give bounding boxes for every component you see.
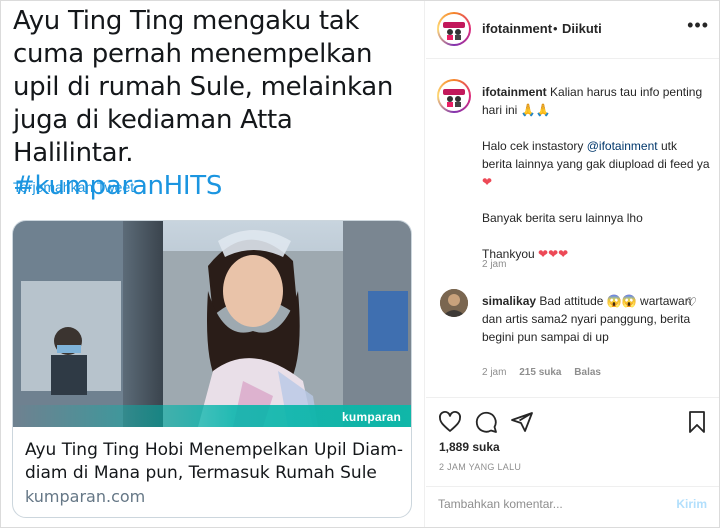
caption-time[interactable]: 2 jam: [482, 259, 506, 270]
tweet-panel: Ayu Ting Ting mengaku tak cuma pernah me…: [1, 1, 425, 527]
commenter-avatar-image: [440, 289, 468, 317]
card-domain: kumparan.com: [25, 487, 146, 506]
caption-line-2-prefix: Halo cek instastory: [482, 139, 584, 153]
card-title[interactable]: Ayu Ting Ting Hobi Menempelkan Upil Diam…: [25, 439, 405, 485]
account-avatar[interactable]: [437, 12, 471, 46]
header-separator: •: [553, 21, 558, 36]
comment-text: simalikay Bad attitude 😱😱 wartawan dan a…: [482, 292, 692, 346]
card-photo: kumparan: [13, 221, 411, 427]
bookmark-icon[interactable]: [685, 410, 709, 434]
tweet-text: Ayu Ting Ting mengaku tak cuma pernah me…: [13, 5, 413, 203]
post-header: ifotainment • Diikuti •••: [426, 1, 719, 59]
ifotainment-logo-icon: [443, 89, 465, 107]
translate-tweet-link[interactable]: Terjemahkan Tweet: [13, 179, 134, 195]
post-actions: 1,889 suka 2 JAM YANG LALU Kirim: [426, 397, 719, 515]
post-time-ago[interactable]: 2 JAM YANG LALU: [439, 462, 521, 472]
reply-button[interactable]: Balas: [574, 367, 601, 378]
comment-text-a: Bad attitude: [539, 294, 604, 308]
card-photo-illustration: [13, 221, 411, 427]
comment-meta: 2 jam 215 suka Balas: [482, 367, 611, 378]
header-username[interactable]: ifotainment: [482, 21, 552, 36]
comment-bubble-icon[interactable]: [474, 410, 498, 434]
heart-outline-icon[interactable]: ♡: [686, 295, 697, 309]
caption-line-3: Banyak berita seru lainnya lho: [482, 211, 643, 225]
comment-username[interactable]: simalikay: [482, 294, 536, 308]
instagram-post-panel: ifotainment • Diikuti ••• ifotainment Ka…: [426, 1, 719, 527]
heart-emoji: ❤: [482, 175, 493, 189]
tweet-body: Ayu Ting Ting mengaku tak cuma pernah me…: [13, 6, 394, 168]
caption-line-1: ifotainment Kalian harus tau info pentin…: [482, 83, 710, 119]
likes-count[interactable]: 1,889 suka: [439, 440, 500, 454]
caption-text: ifotainment Kalian harus tau info pentin…: [482, 83, 710, 281]
ifotainment-logo-icon: [443, 22, 465, 40]
caption-username[interactable]: ifotainment: [482, 85, 547, 99]
caption-avatar[interactable]: [437, 79, 471, 113]
card-brand-logo: kumparan: [342, 410, 401, 424]
hearts-emoji: ❤❤❤: [538, 247, 569, 261]
caption-line-4: Thankyou ❤❤❤: [482, 245, 710, 263]
scream-emoji: 😱😱: [606, 294, 637, 308]
caption-line-2: Halo cek instastory @ifotainment utk ber…: [482, 137, 710, 191]
like-heart-icon[interactable]: [438, 410, 462, 434]
caption-mention-link[interactable]: @ifotainment: [587, 139, 658, 153]
comment-likes[interactable]: 215 suka: [519, 367, 561, 378]
comment-time[interactable]: 2 jam: [482, 367, 506, 378]
share-send-icon[interactable]: [510, 410, 534, 434]
more-horizontal-icon[interactable]: •••: [687, 15, 709, 36]
follow-status-button[interactable]: Diikuti: [562, 21, 602, 36]
add-comment-input[interactable]: [438, 497, 658, 511]
commenter-avatar[interactable]: [440, 289, 468, 317]
pray-emoji: 🙏🙏: [520, 103, 551, 117]
comment-bar: Kirim: [426, 486, 719, 522]
link-card[interactable]: kumparan Ayu Ting Ting Hobi Menempelkan …: [12, 220, 412, 518]
post-comment-button[interactable]: Kirim: [676, 497, 707, 511]
